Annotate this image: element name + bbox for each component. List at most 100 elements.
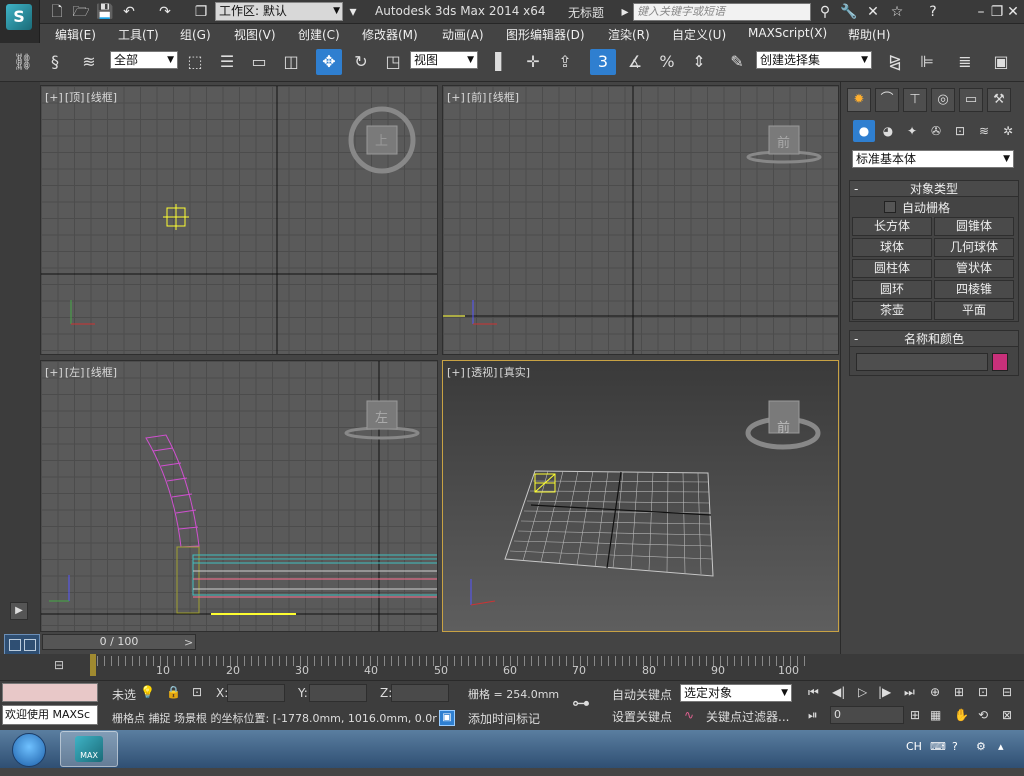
viewport-top[interactable]: [+] [顶] [线框] 上 [40, 85, 438, 355]
binoculars-icon[interactable]: ⚲ [816, 3, 834, 21]
menu-create[interactable]: 创建(C) [298, 26, 340, 43]
application-button[interactable]: S [0, 0, 40, 43]
viewcube-face-label[interactable]: 前 [777, 132, 790, 151]
key-mode-dropdown[interactable]: 选定对象 ▼ [680, 684, 792, 702]
geosphere-button[interactable]: 几何球体 [934, 238, 1014, 257]
go-to-start-icon[interactable]: ⏮ [808, 685, 819, 700]
viewcube-face-label[interactable]: 前 [777, 417, 790, 436]
select-and-scale-icon[interactable]: ◳ [380, 49, 406, 75]
pyramid-button[interactable]: 四棱锥 [934, 280, 1014, 299]
manipulate-icon[interactable]: ✛ [520, 49, 546, 75]
snaps-toggle-icon[interactable]: 3 [590, 49, 616, 75]
close-icon[interactable]: ✕ [1004, 3, 1022, 21]
sphere-button[interactable]: 球体 [852, 238, 932, 257]
cone-button[interactable]: 圆锥体 [934, 217, 1014, 236]
autogrid-checkbox[interactable] [884, 201, 896, 213]
open-file-icon[interactable]: 🗁 [72, 3, 90, 21]
link-icon[interactable]: ⛓ [10, 49, 36, 75]
zoom-icon[interactable]: ⊕ [930, 685, 940, 699]
viewcube-face-label[interactable]: 左 [375, 407, 388, 426]
graphite-tools-icon[interactable]: ▣ [988, 49, 1014, 75]
rectangular-selection-icon[interactable]: ▭ [246, 49, 272, 75]
menu-animation[interactable]: 动画(A) [442, 26, 484, 43]
key-mode-toggle-icon[interactable]: ⏯ [808, 708, 818, 723]
time-slider-handle[interactable] [90, 654, 96, 676]
pivot-point-icon[interactable]: ▐ [482, 49, 508, 75]
absolute-mode-icon[interactable]: ⊡ [192, 685, 202, 699]
window-crossing-icon[interactable]: ◫ [278, 49, 304, 75]
current-frame-field[interactable]: 0 [830, 706, 904, 724]
shapes-icon[interactable]: ◕ [877, 120, 899, 142]
zoom-extents-icon[interactable]: ⊡ [978, 685, 988, 699]
helpers-icon[interactable]: ⊡ [949, 120, 971, 142]
teapot-button[interactable]: 茶壶 [852, 301, 932, 320]
tab-display-icon[interactable]: ▭ [959, 88, 983, 112]
viewport-perspective[interactable]: [+] [透视] [真实] 前 [442, 360, 839, 632]
previous-frame-icon[interactable]: ◀| [832, 685, 845, 699]
redo-icon[interactable]: ↷ [156, 3, 174, 21]
search-input[interactable]: 键入关键字或短语 [633, 3, 811, 21]
taskbar-3dsmax-button[interactable]: MAX [60, 731, 118, 767]
viewport-front[interactable]: [+] [前] [线框] 前 [442, 85, 839, 355]
select-and-rotate-icon[interactable]: ↻ [348, 49, 374, 75]
y-coordinate-field[interactable] [309, 684, 367, 702]
rollout-header[interactable]: - 对象类型 [850, 181, 1018, 197]
menu-edit[interactable]: 编辑(E) [55, 26, 96, 43]
viewcube-face-label[interactable]: 上 [375, 130, 388, 149]
tray-tools-icon[interactable]: ⚙ [976, 740, 986, 753]
save-file-icon[interactable]: 💾 [96, 3, 114, 21]
selection-lock-icon[interactable]: 🔒 [166, 685, 181, 699]
workspace-dropdown[interactable]: 工作区: 默认 ▼ [215, 2, 343, 21]
percent-snap-icon[interactable]: % [654, 49, 680, 75]
menu-help[interactable]: 帮助(H) [848, 26, 890, 43]
help-icon[interactable]: ? [924, 3, 942, 21]
align-icon[interactable]: ⊫ [914, 49, 940, 75]
select-and-move-icon[interactable]: ✥ [316, 49, 342, 75]
tube-button[interactable]: 管状体 [934, 259, 1014, 278]
key-filters-button[interactable]: 关键点过滤器... [706, 708, 789, 725]
keyboard-shortcut-override-icon[interactable]: ⇪ [552, 49, 578, 75]
select-by-name-icon[interactable]: ☰ [214, 49, 240, 75]
start-button-icon[interactable] [12, 733, 46, 767]
quick-access-menu-icon[interactable]: ▾ [344, 3, 362, 21]
systems-icon[interactable]: ✲ [997, 120, 1019, 142]
add-time-tag[interactable]: 添加时间标记 [468, 710, 540, 727]
object-name-input[interactable] [856, 353, 988, 371]
subscription-icon[interactable]: 🔧 [840, 3, 858, 21]
key-icon[interactable]: ⊶ [572, 693, 590, 714]
tab-create-icon[interactable]: ✹ [847, 88, 871, 112]
orbit-icon[interactable]: ⟲ [978, 708, 988, 722]
go-to-end-icon[interactable]: ⏭ [904, 685, 915, 700]
menu-tools[interactable]: 工具(T) [118, 26, 159, 43]
menu-views[interactable]: 视图(V) [234, 26, 276, 43]
pan-icon[interactable]: ✋ [954, 708, 969, 722]
cylinder-button[interactable]: 圆柱体 [852, 259, 932, 278]
zoom-all-icon[interactable]: ⊞ [954, 685, 964, 699]
object-color-swatch[interactable] [992, 353, 1008, 371]
geometry-icon[interactable]: ● [853, 120, 875, 142]
torus-button[interactable]: 圆环 [852, 280, 932, 299]
layer-manager-icon[interactable]: ≣ [952, 49, 978, 75]
reference-coordinate-dropdown[interactable]: 视图 ▼ [410, 51, 478, 69]
communication-icon[interactable]: ✕ [864, 3, 882, 21]
unlink-icon[interactable]: § [42, 49, 68, 75]
tab-utilities-icon[interactable]: ⚒ [987, 88, 1011, 112]
menu-maxscript[interactable]: MAXScript(X) [748, 26, 827, 40]
zoom-region-icon[interactable]: ▦ [930, 708, 941, 722]
lights-icon[interactable]: ✦ [901, 120, 923, 142]
select-object-icon[interactable]: ⬚ [182, 49, 208, 75]
time-configuration-icon[interactable]: ⊞ [910, 708, 920, 722]
auto-key-button[interactable]: 自动关键点 [612, 686, 672, 703]
time-slider-next-icon[interactable]: > [184, 636, 193, 649]
plane-button[interactable]: 平面 [934, 301, 1014, 320]
project-folder-icon[interactable]: ❐ [192, 3, 210, 21]
x-coordinate-field[interactable] [227, 684, 285, 702]
z-coordinate-field[interactable] [391, 684, 449, 702]
zoom-extents-all-icon[interactable]: ⊟ [1002, 685, 1012, 699]
next-frame-icon[interactable]: |▶ [878, 685, 891, 699]
menu-group[interactable]: 组(G) [180, 26, 211, 43]
viewport-left[interactable]: [+] [左] [线框] 左 [40, 360, 438, 632]
maxscript-listener-pink[interactable] [2, 683, 98, 702]
new-file-icon[interactable]: 🗋 [48, 3, 66, 21]
input-language[interactable]: CH [906, 740, 922, 753]
